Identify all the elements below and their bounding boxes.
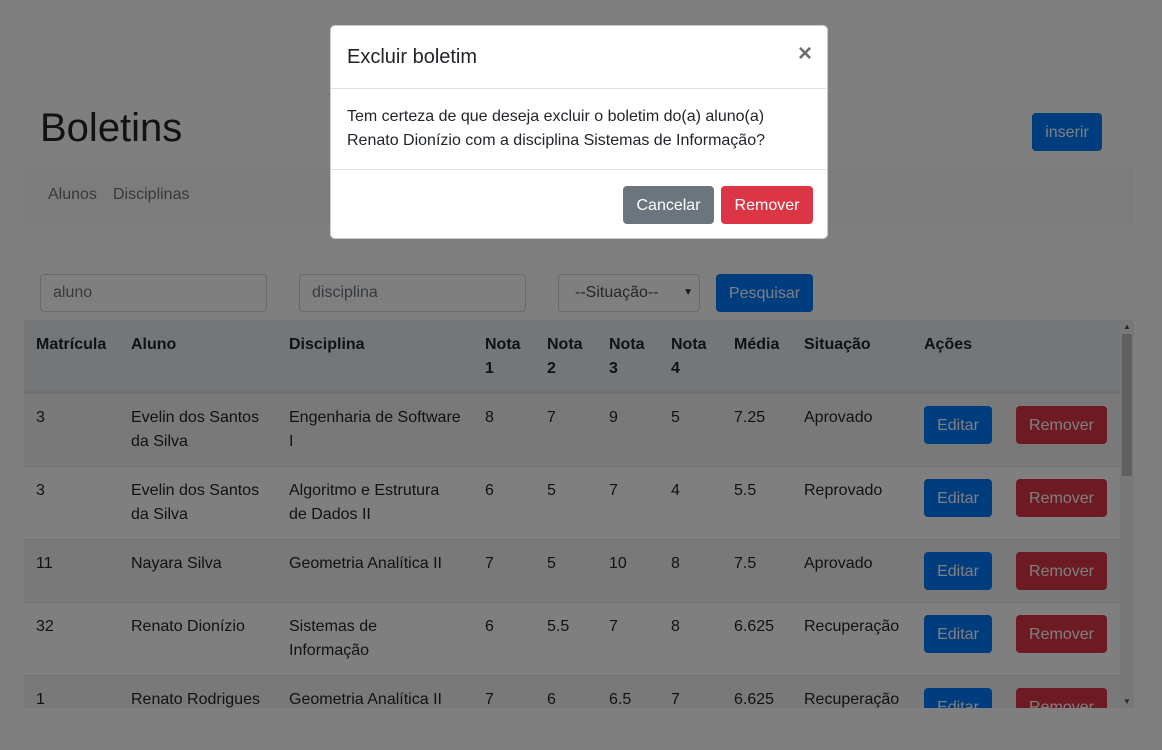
delete-confirm-modal: Excluir boletim × Tem certeza de que des…: [330, 25, 828, 239]
confirm-remove-button[interactable]: Remover: [721, 186, 813, 224]
modal-footer: Cancelar Remover: [331, 169, 827, 240]
modal-message-line2: Renato Dionízio com a disciplina Sistema…: [347, 132, 765, 149]
modal-header: Excluir boletim ×: [331, 26, 827, 89]
modal-title: Excluir boletim: [347, 46, 478, 68]
close-icon[interactable]: ×: [798, 40, 812, 68]
cancel-button[interactable]: Cancelar: [623, 186, 714, 224]
modal-body: Tem certeza de que deseja excluir o bole…: [347, 105, 807, 153]
modal-message-line1: Tem certeza de que deseja excluir o bole…: [347, 108, 765, 125]
